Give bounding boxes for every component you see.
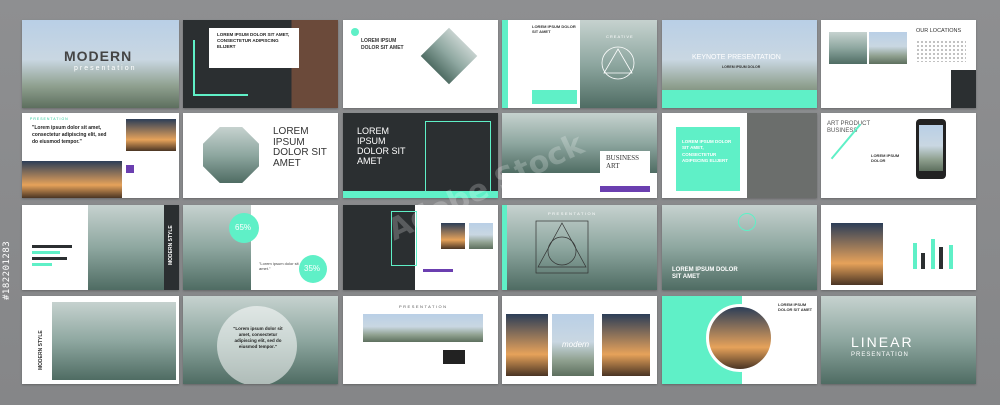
slide-title: MODERN (64, 48, 133, 64)
slide-title: KEYNOTE PRESENTATION (692, 54, 781, 61)
percent-value-1: 65% (235, 223, 252, 232)
slide-quote-1[interactable]: PRESENTATION "Lorem ipsum dolor sit amet… (22, 113, 179, 198)
slide-dark-frames[interactable] (343, 205, 498, 290)
slide-subtitle: presentation (74, 65, 137, 72)
slide-subtitle: LOREM IPSUM DOLOR (722, 65, 761, 69)
slide-lorem-octagon[interactable]: LOREM IPSUM DOLOR SIT AMET (183, 113, 338, 198)
slide-label: PRESENTATION (399, 304, 448, 309)
geometric-icon (601, 46, 635, 80)
bar-a (32, 245, 72, 248)
slide-keynote[interactable]: KEYNOTE PRESENTATION LOREM IPSUM DOLOR (662, 20, 817, 108)
slide-modern-style-2[interactable]: MODERN STYLE (22, 296, 179, 384)
slide-title: LOREM IPSUM DOLOR SIT AMET (778, 302, 813, 313)
slide-lorem-fog[interactable]: LOREM IPSUM DOLOR SIT AMET (662, 205, 817, 290)
slide-business-art[interactable]: BUSINESS ART (502, 113, 657, 198)
slide-title: BUSINESS ART (606, 154, 640, 170)
vertical-label: MODERN STYLE (168, 225, 174, 265)
slide-title: LOREM IPSUM DOLOR SIT AMET (357, 126, 406, 166)
slide-locations[interactable]: OUR LOCATIONS (821, 20, 976, 108)
slide-presentation-wide[interactable]: PRESENTATION (343, 296, 498, 384)
accent-line (193, 40, 195, 96)
geometric-icon (535, 220, 589, 274)
slide-title: ART PRODUCT BUSINESS (827, 121, 871, 135)
slide-lorem-round[interactable]: LOREM IPSUM DOLOR SIT AMET (662, 296, 817, 384)
slide-quote: "Lorem ipsum dolor sit amet." (259, 261, 299, 271)
slide-lorem-dark-2[interactable]: LOREM IPSUM DOLOR SIT AMET (343, 113, 498, 198)
slide-modern[interactable]: MODERN presentation (22, 20, 179, 108)
world-map-icon (916, 40, 966, 62)
slide-title: LOREM IPSUM DOLOR SIT AMET (672, 267, 738, 281)
slide-chart[interactable] (821, 205, 976, 290)
slide-word: modern (562, 340, 590, 349)
slide-linear[interactable]: LINEAR PRESENTATION (821, 296, 976, 384)
slide-side-text: LOREM IPSUM DOLOR (871, 153, 900, 163)
slide-title: OUR LOCATIONS (916, 28, 962, 34)
bar-c (32, 257, 67, 260)
diamond-photo (420, 27, 478, 85)
slide-lorem-circle[interactable]: LOREM IPSUM DOLOR SIT AMET (343, 20, 498, 108)
percent-value-2: 35% (304, 264, 321, 273)
slide-title: LOREM IPSUM DOLOR SIT AMET (273, 126, 327, 169)
bar-b (32, 251, 60, 254)
slide-presentation-geo[interactable]: PRESENTATION (502, 205, 657, 290)
leaf-icon (738, 213, 756, 231)
phone-icon (916, 119, 946, 179)
slide-heading: LOREM IPSUM DOLOR SIT AMET (532, 24, 576, 34)
slide-creative[interactable]: LOREM IPSUM DOLOR SIT AMET CREATIVE (502, 20, 657, 108)
slide-title: LOREM IPSUM DOLOR SIT AMET, CONSECTETUR … (682, 139, 732, 163)
stock-id: #182201283 (2, 240, 12, 300)
bar-d (32, 263, 52, 266)
slide-lorem-mint[interactable]: LOREM IPSUM DOLOR SIT AMET, CONSECTETUR … (662, 113, 817, 198)
vertical-label: MODERN STYLE (38, 330, 44, 370)
slide-title: LOREM IPSUM DOLOR SIT AMET, CONSECTETUR … (217, 32, 290, 50)
accent-line (193, 94, 248, 96)
circle-icon (351, 28, 359, 36)
slide-quote: "Lorem ipsum dolor sit amet, consectetur… (32, 125, 107, 145)
slide-label: CREATIVE (606, 34, 634, 39)
slide-quote-circle[interactable]: "Lorem ipsum dolor sit amet, consectetur… (183, 296, 338, 384)
laptop-icon (443, 350, 465, 364)
slide-modern-style-1[interactable]: MODERN STYLE (22, 205, 179, 290)
slide-label: PRESENTATION (548, 211, 597, 216)
slide-subtitle: PRESENTATION (851, 352, 909, 358)
presentation-template-collage: MODERN presentation LOREM IPSUM DOLOR SI… (0, 0, 1000, 405)
slide-lorem-dark-1[interactable]: LOREM IPSUM DOLOR SIT AMET, CONSECTETUR … (183, 20, 338, 108)
slide-modern-photo[interactable]: modern (502, 296, 657, 384)
slide-percent[interactable]: 65% "Lorem ipsum dolor sit amet." 35% (183, 205, 338, 290)
slide-title: LOREM IPSUM DOLOR SIT AMET (361, 38, 404, 51)
slide-art-product[interactable]: ART PRODUCT BUSINESS LOREM IPSUM DOLOR (821, 113, 976, 198)
octagon-photo (203, 127, 259, 183)
slide-title: LINEAR (851, 334, 914, 350)
slide-quote: "Lorem ipsum dolor sit amet, consectetur… (233, 326, 283, 350)
slide-label: PRESENTATION (30, 117, 69, 121)
